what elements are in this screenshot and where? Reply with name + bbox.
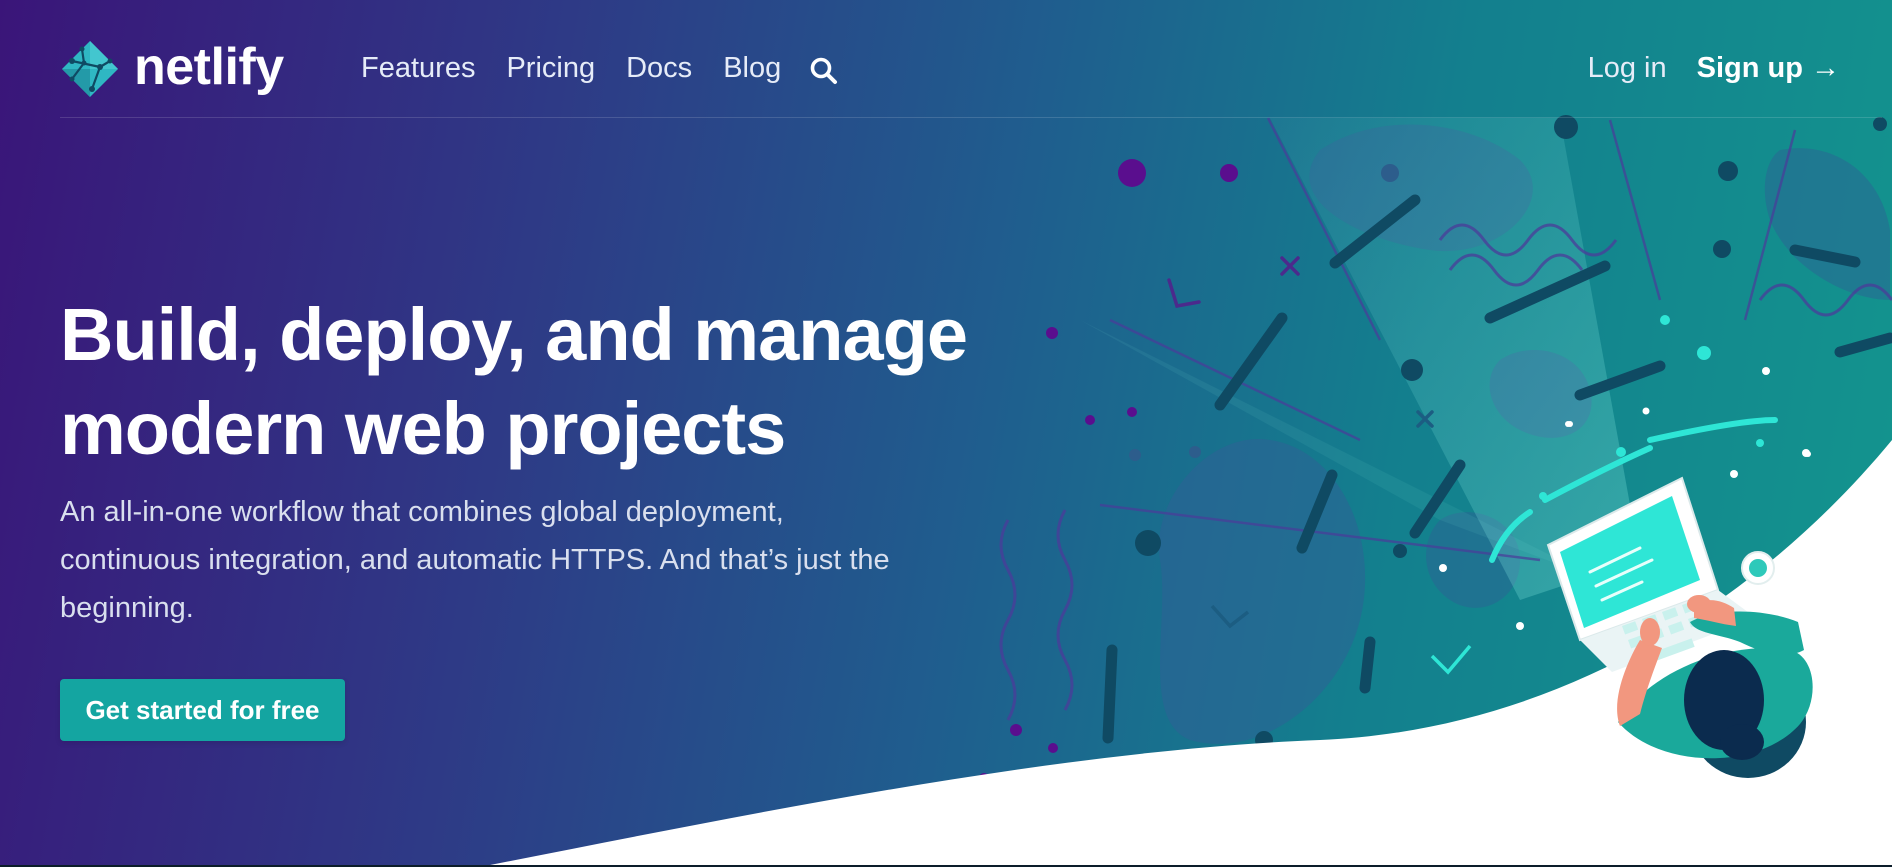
netlify-diamond-logo-icon xyxy=(62,41,118,97)
get-started-button[interactable]: Get started for free xyxy=(60,679,345,741)
nav-link-features[interactable]: Features xyxy=(361,48,475,88)
hero-headline-line-2: modern web projects xyxy=(60,387,786,470)
hero-description: An all-in-one workflow that combines glo… xyxy=(60,488,960,632)
brand-name: netlify xyxy=(134,38,284,96)
hero-description-line-3: beginning. xyxy=(60,592,194,624)
hero-description-line-2: continuous integration, and automatic HT… xyxy=(60,544,890,576)
top-navigation: netlify Features Pricing Docs Blog Log i… xyxy=(0,0,1892,118)
account-links: Log in Sign up → xyxy=(1588,48,1840,88)
hero-section: netlify Features Pricing Docs Blog Log i… xyxy=(0,0,1892,867)
nav-divider xyxy=(60,117,1882,118)
search-button[interactable] xyxy=(808,55,840,87)
netlify-logo-link[interactable]: netlify xyxy=(60,38,284,100)
signup-link[interactable]: Sign up → xyxy=(1697,48,1840,88)
hero-description-line-1: An all-in-one workflow that combines glo… xyxy=(60,496,784,528)
hero-headline: Build, deploy, and manage modern web pro… xyxy=(60,288,1040,476)
nav-link-pricing[interactable]: Pricing xyxy=(506,48,595,88)
nav-link-blog[interactable]: Blog xyxy=(723,48,781,88)
search-icon xyxy=(810,57,838,84)
nav-link-docs[interactable]: Docs xyxy=(626,48,692,88)
login-link[interactable]: Log in xyxy=(1588,48,1667,88)
primary-nav-links: Features Pricing Docs Blog xyxy=(361,48,840,88)
hero-headline-line-1: Build, deploy, and manage xyxy=(60,293,968,376)
